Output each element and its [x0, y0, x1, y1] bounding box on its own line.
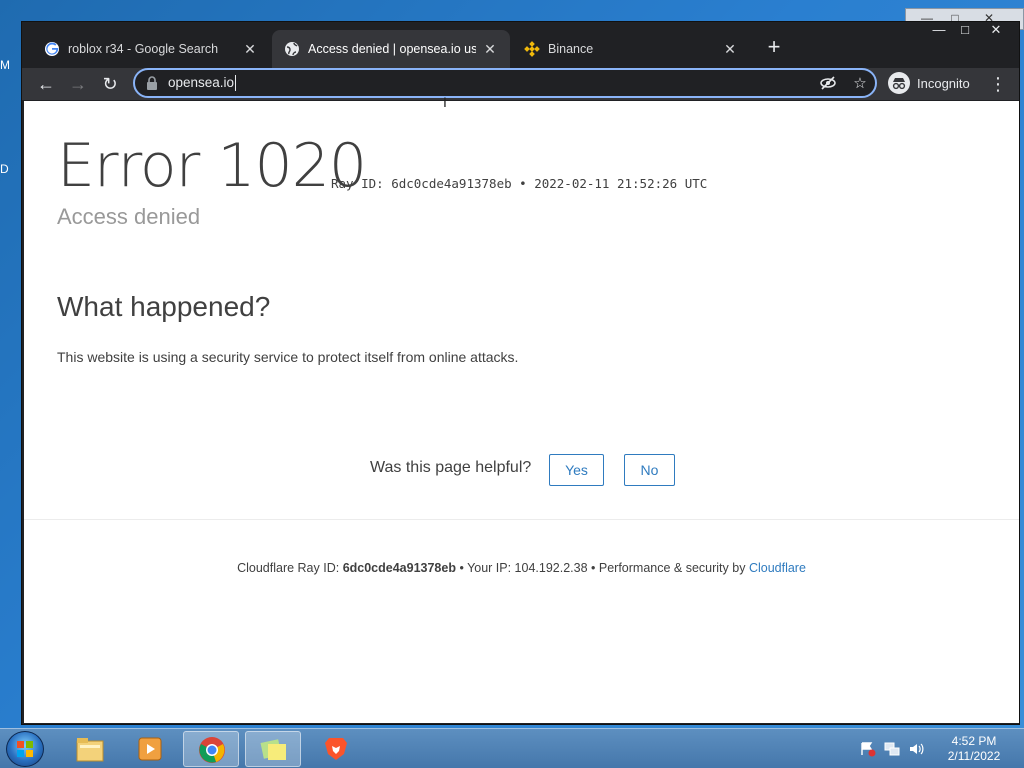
google-icon	[45, 42, 59, 56]
close-tab-icon[interactable]: ✕	[482, 41, 498, 58]
lock-icon[interactable]	[146, 76, 158, 90]
what-happened-text: This website is using a security service…	[57, 349, 519, 365]
footer-ray-label: Cloudflare Ray ID:	[237, 561, 340, 575]
address-bar[interactable]: opensea.io ☆	[133, 68, 877, 98]
feedback-yes-button[interactable]: Yes	[549, 454, 604, 486]
new-tab-button[interactable]: +	[762, 36, 786, 58]
forward-button[interactable]: →	[64, 70, 92, 98]
taskbar-file-explorer[interactable]	[62, 731, 118, 767]
binance-icon	[524, 41, 540, 57]
incognito-label: Incognito	[917, 75, 970, 91]
taskbar-brave[interactable]	[308, 731, 364, 767]
network-icon[interactable]	[884, 741, 900, 757]
tab-access-denied[interactable]: Access denied | opensea.io used ✕	[272, 30, 510, 68]
close-tab-icon[interactable]: ✕	[722, 41, 738, 58]
url-value: opensea.io	[168, 75, 235, 90]
text-caret	[235, 75, 237, 92]
page-content: I Error 1020 Ray ID: 6dc0cde4a91378eb • …	[24, 94, 1019, 723]
system-tray	[860, 737, 924, 761]
cloudflare-footer: Cloudflare Ray ID: 6dc0cde4a91378eb • Yo…	[24, 561, 1019, 575]
minimize-icon[interactable]: —	[925, 22, 953, 40]
tab-title: roblox r34 - Google Search	[68, 42, 219, 56]
browser-toolbar: ← → ↻ opensea.io ☆ Incognito ⋮	[22, 68, 1019, 100]
tab-title: Access denied | opensea.io used	[308, 42, 476, 56]
file-explorer-icon	[76, 738, 104, 762]
sticky-notes-icon	[260, 739, 286, 760]
start-button[interactable]	[6, 731, 44, 767]
address-text[interactable]: opensea.io	[168, 75, 237, 92]
close-window-icon[interactable]: ✕	[982, 22, 1010, 40]
reload-button[interactable]: ↻	[96, 70, 124, 98]
taskbar-chrome[interactable]	[183, 731, 239, 767]
text-cursor-icon: I	[443, 94, 447, 110]
browser-window: roblox r34 - Google Search ✕ Access deni…	[21, 21, 1020, 725]
cloudflare-link[interactable]: Cloudflare	[749, 561, 806, 575]
feedback-no-button[interactable]: No	[624, 454, 675, 486]
taskbar-clock[interactable]: 4:52 PM 2/11/2022	[946, 734, 1002, 764]
what-happened-heading: What happened?	[57, 291, 271, 322]
incognito-indicator[interactable]: Incognito	[888, 70, 970, 96]
taskbar: 4:52 PM 2/11/2022	[0, 728, 1024, 768]
divider	[24, 519, 1019, 520]
footer-ip-text: • Your IP: 104.192.2.38 • Performance & …	[459, 561, 746, 575]
bookmark-star-icon[interactable]: ☆	[851, 75, 869, 93]
chrome-icon	[199, 737, 225, 763]
desktop-icon-label: D	[0, 162, 9, 176]
close-tab-icon[interactable]: ✕	[242, 41, 258, 58]
ray-id-header: Ray ID: 6dc0cde4a91378eb • 2022-02-11 21…	[331, 176, 708, 191]
taskbar-sticky-notes[interactable]	[245, 731, 301, 767]
back-button[interactable]: ←	[32, 70, 60, 98]
error-title: Error 1020	[57, 131, 367, 201]
tab-binance[interactable]: Binance ✕	[512, 30, 750, 68]
footer-ray-id: 6dc0cde4a91378eb	[342, 561, 456, 575]
incognito-icon	[888, 72, 910, 94]
access-denied-subtitle: Access denied	[57, 204, 201, 229]
maximize-icon[interactable]: □	[951, 22, 979, 40]
action-center-flag-icon[interactable]	[860, 741, 876, 757]
tab-strip: roblox r34 - Google Search ✕ Access deni…	[22, 22, 1019, 68]
globe-icon	[285, 42, 299, 56]
feedback-question: Was this page helpful?	[370, 459, 532, 476]
desktop-icon-label: M	[0, 58, 10, 72]
clock-time: 4:52 PM	[951, 734, 997, 748]
tab-google-search[interactable]: roblox r34 - Google Search ✕	[32, 30, 270, 68]
brave-icon	[325, 738, 347, 760]
media-player-icon	[138, 737, 162, 761]
windows-logo-icon	[17, 741, 33, 757]
tab-title: Binance	[548, 42, 594, 56]
tracking-blocked-eye-icon[interactable]	[819, 75, 837, 93]
taskbar-media-player[interactable]	[122, 731, 178, 767]
browser-menu-icon[interactable]: ⋮	[988, 70, 1008, 98]
clock-date: 2/11/2022	[947, 749, 1001, 763]
volume-icon[interactable]	[908, 741, 924, 757]
